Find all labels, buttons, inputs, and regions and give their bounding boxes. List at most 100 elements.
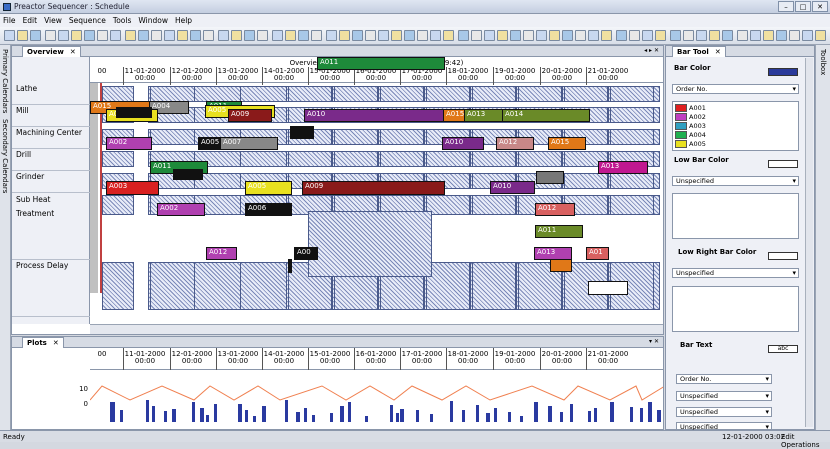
bar-text-select-1[interactable]: Order No.: [676, 374, 772, 384]
toolbar-button[interactable]: [125, 30, 136, 41]
low-bar-color-select[interactable]: Unspecified: [672, 176, 799, 186]
toolbar-button[interactable]: [417, 30, 428, 41]
order-bar[interactable]: [173, 169, 203, 180]
toolbar-button[interactable]: [616, 30, 627, 41]
order-bar[interactable]: A015: [548, 137, 586, 150]
toolbar-button[interactable]: [4, 30, 15, 41]
order-bar[interactable]: A010: [304, 109, 457, 122]
panel-controls[interactable]: ▾ ✕: [649, 338, 659, 345]
toolbar-button[interactable]: [17, 30, 28, 41]
toolbar-button[interactable]: [58, 30, 69, 41]
menu-edit[interactable]: Edit: [23, 16, 38, 25]
order-bar[interactable]: A011: [535, 225, 583, 238]
low-right-list[interactable]: [672, 286, 799, 332]
order-bar[interactable]: [290, 126, 314, 139]
toolbar-button[interactable]: [45, 30, 56, 41]
gantt-chart[interactable]: Overview (10-01-2000 04:41 - 21-01-2000 …: [90, 57, 663, 324]
toolbar-button[interactable]: [138, 30, 149, 41]
order-bar[interactable]: [550, 259, 572, 272]
menu-sequence[interactable]: Sequence: [69, 16, 106, 25]
bar-text-select-4[interactable]: Unspecified: [676, 422, 772, 431]
toolbar-button[interactable]: [378, 30, 389, 41]
order-bar[interactable]: A00: [294, 247, 318, 260]
menu-window[interactable]: Window: [138, 16, 168, 25]
close-button[interactable]: ✕: [812, 1, 828, 12]
close-icon[interactable]: ✕: [53, 339, 59, 347]
toolbar-button[interactable]: [272, 30, 283, 41]
toolbar-button[interactable]: [311, 30, 322, 41]
toolbar-button[interactable]: [670, 30, 681, 41]
order-color-item[interactable]: A005: [675, 140, 706, 148]
order-color-item[interactable]: A001: [675, 104, 706, 112]
toolbar-button[interactable]: [218, 30, 229, 41]
order-bar[interactable]: A011: [317, 57, 445, 70]
menu-view[interactable]: View: [44, 16, 62, 25]
toolbar-button[interactable]: [562, 30, 573, 41]
toolbar-button[interactable]: [244, 30, 255, 41]
toolbox-tab[interactable]: Toolbox: [819, 49, 827, 75]
bar-text-select-2[interactable]: Unspecified: [676, 391, 772, 401]
order-bar[interactable]: [536, 171, 564, 184]
order-color-item[interactable]: A002: [675, 113, 706, 121]
toolbar-button[interactable]: [30, 30, 41, 41]
maximize-button[interactable]: □: [795, 1, 811, 12]
toolbar-button[interactable]: [458, 30, 469, 41]
toolbar-button[interactable]: [190, 30, 201, 41]
order-bar[interactable]: A010: [490, 181, 535, 194]
order-bar[interactable]: A01: [586, 247, 609, 260]
toolbar-button[interactable]: [575, 30, 586, 41]
toolbar-button[interactable]: [443, 30, 454, 41]
toolbar-button[interactable]: [789, 30, 800, 41]
tab-plots[interactable]: Plots ✕: [22, 337, 64, 348]
toolbar-button[interactable]: [588, 30, 599, 41]
toolbar-button[interactable]: [471, 30, 482, 41]
low-bar-list[interactable]: [672, 193, 799, 239]
primary-calendars-tab[interactable]: Primary Calendars: [1, 49, 9, 113]
toolbar-button[interactable]: [430, 30, 441, 41]
toolbar-button[interactable]: [601, 30, 612, 41]
toolbar-button[interactable]: [203, 30, 214, 41]
bar-tool-scrollbar[interactable]: [805, 58, 813, 427]
order-bar[interactable]: A002: [106, 137, 152, 150]
toolbar-button[interactable]: [737, 30, 748, 41]
toolbar-button[interactable]: [365, 30, 376, 41]
order-bar[interactable]: A010: [442, 137, 484, 150]
order-bar[interactable]: [288, 259, 292, 273]
order-bar[interactable]: A014: [502, 109, 590, 122]
order-bar[interactable]: A002: [157, 203, 205, 216]
order-bar[interactable]: A009: [228, 109, 272, 122]
toolbar-button[interactable]: [177, 30, 188, 41]
toolbar-button[interactable]: [97, 30, 108, 41]
order-bar[interactable]: A005: [245, 181, 292, 195]
toolbar-button[interactable]: [404, 30, 415, 41]
toolbar-button[interactable]: [642, 30, 653, 41]
bar-text-select-3[interactable]: Unspecified: [676, 407, 772, 417]
order-bar[interactable]: [588, 281, 628, 295]
secondary-calendars-tab[interactable]: Secondary Calendars: [1, 119, 9, 193]
toolbar-button[interactable]: [750, 30, 761, 41]
toolbar-button[interactable]: [110, 30, 121, 41]
menu-help[interactable]: Help: [175, 16, 192, 25]
order-color-item[interactable]: A003: [675, 122, 706, 130]
bar-color-select[interactable]: Order No.: [672, 84, 799, 94]
order-bar[interactable]: A012: [535, 203, 575, 216]
toolbar-button[interactable]: [391, 30, 402, 41]
order-bar[interactable]: A007: [220, 137, 278, 150]
toolbar-button[interactable]: [722, 30, 733, 41]
toolbar-button[interactable]: [629, 30, 640, 41]
order-color-item[interactable]: A004: [675, 131, 706, 139]
tab-overview[interactable]: Overview ✕: [22, 46, 81, 57]
toolbar-button[interactable]: [815, 30, 826, 41]
low-bar-color-swatch[interactable]: [768, 160, 798, 168]
toolbar-button[interactable]: [84, 30, 95, 41]
resource-plot[interactable]: 00 11-01-2000 00:00 12-01-2000 00:00 13-01-20…: [90, 348, 663, 429]
horizontal-scrollbar[interactable]: [90, 324, 663, 334]
low-right-bar-color-select[interactable]: Unspecified: [672, 268, 799, 278]
toolbar-button[interactable]: [696, 30, 707, 41]
toolbar-button[interactable]: [339, 30, 350, 41]
toolbar-button[interactable]: [763, 30, 774, 41]
low-right-bar-color-swatch[interactable]: [768, 252, 798, 260]
toolbar-button[interactable]: [549, 30, 560, 41]
close-icon[interactable]: ✕: [715, 48, 721, 56]
order-bar[interactable]: A012: [206, 247, 237, 260]
